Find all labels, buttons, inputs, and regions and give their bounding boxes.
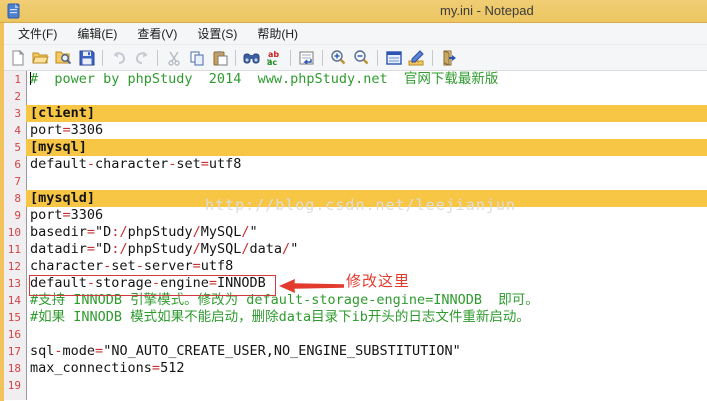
line-text: port=3306 bbox=[26, 122, 707, 139]
find-icon[interactable] bbox=[240, 47, 263, 69]
menu-item-2[interactable]: 查看(V) bbox=[127, 23, 187, 44]
menu-item-3[interactable]: 设置(S) bbox=[187, 23, 247, 44]
line-text: # power by phpStudy 2014 www.phpStudy.ne… bbox=[26, 71, 707, 88]
notepad-window: my.ini - Notepad 文件(F)编辑(E)查看(V)设置(S)帮助(… bbox=[0, 0, 707, 401]
view-settings-icon[interactable] bbox=[382, 47, 405, 69]
paste-icon[interactable] bbox=[208, 47, 231, 69]
word-wrap-icon[interactable] bbox=[295, 47, 318, 69]
copy-icon[interactable] bbox=[185, 47, 208, 69]
editor-line[interactable]: 4port=3306 bbox=[0, 122, 707, 139]
text-editor[interactable]: http://blog.csdn.net/leejianjun 修改这里 1# … bbox=[0, 71, 707, 400]
app-icon[interactable] bbox=[6, 3, 22, 19]
undo-icon[interactable] bbox=[107, 47, 130, 69]
line-text bbox=[26, 173, 707, 190]
annotation-red-box bbox=[29, 275, 276, 296]
title-bar: my.ini - Notepad bbox=[0, 0, 707, 23]
window-title: my.ini - Notepad bbox=[440, 3, 534, 18]
exit-icon[interactable] bbox=[437, 47, 460, 69]
open-folder-icon[interactable] bbox=[29, 47, 52, 69]
annotation-label: 修改这里 bbox=[346, 273, 410, 290]
line-text bbox=[26, 377, 707, 394]
redo-icon[interactable] bbox=[130, 47, 153, 69]
editor-line[interactable]: 18max_connections=512 bbox=[0, 360, 707, 377]
editor-line[interactable]: 10basedir="D:/phpStudy/MySQL/" bbox=[0, 224, 707, 241]
editor-line[interactable]: 2 bbox=[0, 88, 707, 105]
zoom-out-icon[interactable] bbox=[350, 47, 373, 69]
toolbar-separator bbox=[102, 50, 103, 66]
menu-item-1[interactable]: 编辑(E) bbox=[67, 23, 127, 44]
watermark: http://blog.csdn.net/leejianjun bbox=[205, 197, 516, 214]
line-text: basedir="D:/phpStudy/MySQL/" bbox=[26, 224, 707, 241]
replace-icon[interactable]: abac bbox=[263, 47, 286, 69]
toolbar: abac bbox=[0, 45, 707, 71]
line-text: [client] bbox=[26, 105, 707, 122]
editor-line[interactable]: 11datadir="D:/phpStudy/MySQL/data/" bbox=[0, 241, 707, 258]
line-text: sql-mode="NO_AUTO_CREATE_USER,NO_ENGINE_… bbox=[26, 343, 707, 360]
edit-scheme-icon[interactable] bbox=[405, 47, 428, 69]
editor-line[interactable]: 16 bbox=[0, 326, 707, 343]
editor-line[interactable]: 6default-character-set=utf8 bbox=[0, 156, 707, 173]
svg-text:ac: ac bbox=[267, 58, 277, 66]
toolbar-separator bbox=[157, 50, 158, 66]
editor-line[interactable]: 1# power by phpStudy 2014 www.phpStudy.n… bbox=[0, 71, 707, 88]
editor-line[interactable]: 17sql-mode="NO_AUTO_CREATE_USER,NO_ENGIN… bbox=[0, 343, 707, 360]
line-text: default-character-set=utf8 bbox=[26, 156, 707, 173]
editor-line[interactable]: 19 bbox=[0, 377, 707, 394]
toolbar-separator bbox=[235, 50, 236, 66]
menu-bar: 文件(F)编辑(E)查看(V)设置(S)帮助(H) bbox=[0, 23, 707, 45]
zoom-in-icon[interactable] bbox=[327, 47, 350, 69]
new-file-icon[interactable] bbox=[6, 47, 29, 69]
annotation-arrow-icon bbox=[279, 278, 344, 294]
toolbar-separator bbox=[377, 50, 378, 66]
menu-item-4[interactable]: 帮助(H) bbox=[247, 23, 308, 44]
browse-file-icon[interactable] bbox=[52, 47, 75, 69]
editor-line[interactable]: 7 bbox=[0, 173, 707, 190]
toolbar-separator bbox=[432, 50, 433, 66]
line-text: #如果 INNODB 模式如果不能启动，删除data目录下ib开头的日志文件重新… bbox=[26, 309, 707, 326]
cut-icon[interactable] bbox=[162, 47, 185, 69]
editor-line[interactable]: 15#如果 INNODB 模式如果不能启动，删除data目录下ib开头的日志文件… bbox=[0, 309, 707, 326]
save-icon[interactable] bbox=[75, 47, 98, 69]
menu-item-0[interactable]: 文件(F) bbox=[8, 23, 67, 44]
window-left-border bbox=[0, 23, 4, 401]
toolbar-separator bbox=[290, 50, 291, 66]
line-text: max_connections=512 bbox=[26, 360, 707, 377]
text-caret bbox=[30, 72, 31, 85]
line-text bbox=[26, 88, 707, 105]
editor-line[interactable]: 5[mysql] bbox=[0, 139, 707, 156]
toolbar-separator bbox=[322, 50, 323, 66]
line-text: [mysql] bbox=[26, 139, 707, 156]
line-text bbox=[26, 326, 707, 343]
line-text: datadir="D:/phpStudy/MySQL/data/" bbox=[26, 241, 707, 258]
editor-line[interactable]: 3[client] bbox=[0, 105, 707, 122]
